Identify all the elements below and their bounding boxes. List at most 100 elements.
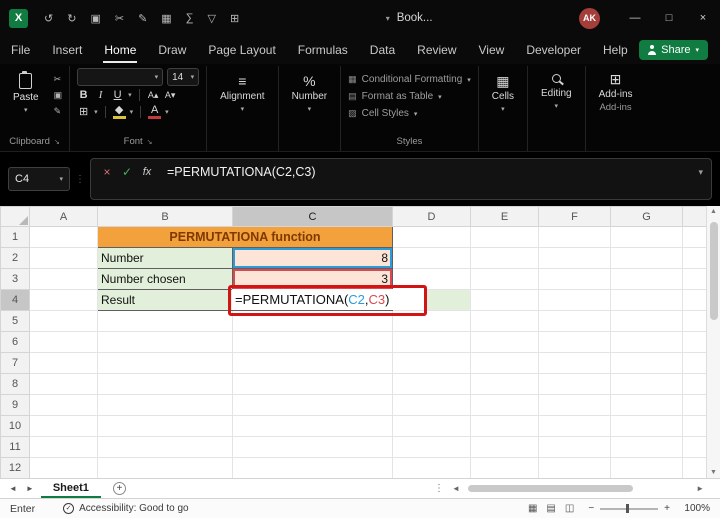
- cell[interactable]: [97, 436, 233, 458]
- add-sheet-button[interactable]: +: [112, 482, 126, 495]
- select-all-corner[interactable]: [0, 206, 30, 227]
- cell[interactable]: [470, 352, 539, 374]
- row-header-12[interactable]: 12: [0, 457, 30, 478]
- name-box-splitter[interactable]: ⋮: [75, 174, 85, 185]
- cell[interactable]: [392, 394, 471, 416]
- cell[interactable]: [97, 415, 233, 437]
- cells-button[interactable]: ▦ Cells ▾: [486, 68, 520, 113]
- cell[interactable]: [392, 352, 471, 374]
- dialog-launcher-icon[interactable]: ↘: [54, 138, 60, 146]
- cell[interactable]: [538, 436, 611, 458]
- cell[interactable]: [610, 268, 683, 290]
- cell[interactable]: [610, 247, 683, 269]
- redo-icon[interactable]: ↻: [67, 12, 76, 25]
- cell[interactable]: [470, 457, 539, 478]
- cell[interactable]: [392, 247, 471, 269]
- col-header-c[interactable]: C: [232, 206, 393, 227]
- cell[interactable]: [538, 352, 611, 374]
- cell[interactable]: [470, 436, 539, 458]
- cell[interactable]: [29, 310, 98, 332]
- cell-title[interactable]: PERMUTATIONA function: [97, 226, 393, 248]
- italic-button[interactable]: I: [94, 89, 107, 101]
- col-header-e[interactable]: E: [470, 206, 539, 227]
- scroll-right-icon[interactable]: ►: [696, 484, 704, 493]
- cell[interactable]: [682, 268, 707, 290]
- zoom-out-button[interactable]: −: [588, 503, 594, 514]
- cell[interactable]: [392, 310, 471, 332]
- row-header-8[interactable]: 8: [0, 373, 30, 395]
- cell[interactable]: [232, 373, 393, 395]
- cut-icon[interactable]: ✂: [54, 74, 63, 85]
- tab-page-layout[interactable]: Page Layout: [197, 36, 286, 64]
- cell[interactable]: [232, 310, 393, 332]
- cell-c3[interactable]: 3: [232, 268, 393, 290]
- cell[interactable]: [682, 226, 707, 248]
- cell[interactable]: [538, 268, 611, 290]
- next-sheet-icon[interactable]: ►: [26, 484, 34, 493]
- cell[interactable]: [538, 310, 611, 332]
- tab-formulas[interactable]: Formulas: [287, 36, 359, 64]
- cell[interactable]: [470, 415, 539, 437]
- scroll-down-icon[interactable]: ▼: [707, 469, 720, 476]
- zoom-slider[interactable]: [600, 504, 659, 513]
- cell[interactable]: [97, 457, 233, 478]
- cell[interactable]: [29, 226, 98, 248]
- cell-b4[interactable]: Result: [97, 289, 233, 311]
- accessibility-status[interactable]: ✓ Accessibility: Good to go: [63, 503, 189, 514]
- cell[interactable]: [232, 415, 393, 437]
- clipboard-icon[interactable]: ▣: [90, 12, 100, 25]
- enter-icon[interactable]: ✓: [117, 165, 137, 179]
- insert-function-icon[interactable]: fx: [137, 166, 157, 178]
- cell[interactable]: [29, 394, 98, 416]
- sheet-tab-sheet1[interactable]: Sheet1: [40, 479, 101, 498]
- horizontal-scrollbar-track[interactable]: [460, 484, 696, 494]
- cell[interactable]: [392, 373, 471, 395]
- row-header-1[interactable]: 1: [0, 226, 30, 248]
- cell[interactable]: [610, 436, 683, 458]
- cancel-icon[interactable]: ×: [97, 165, 117, 179]
- format-as-table-button[interactable]: ▤ Format as Table ▾: [348, 88, 442, 105]
- cell[interactable]: [538, 373, 611, 395]
- undo-icon[interactable]: ↺: [44, 12, 53, 25]
- minimize-button[interactable]: —: [618, 0, 652, 36]
- cell[interactable]: [610, 373, 683, 395]
- zoom-level[interactable]: 100%: [680, 503, 710, 514]
- copy-icon[interactable]: ▣: [54, 90, 63, 101]
- fill-color-button[interactable]: ◆: [112, 104, 126, 120]
- decrease-font-button[interactable]: A▾: [164, 90, 177, 101]
- cell[interactable]: [610, 415, 683, 437]
- col-header-g[interactable]: G: [610, 206, 683, 227]
- table-icon[interactable]: ▦: [161, 12, 171, 25]
- cell-b3[interactable]: Number chosen: [97, 268, 233, 290]
- cell[interactable]: [610, 394, 683, 416]
- cell[interactable]: [682, 352, 707, 374]
- document-title[interactable]: ▾ Book...: [386, 12, 433, 24]
- row-header-2[interactable]: 2: [0, 247, 30, 269]
- cell[interactable]: [538, 247, 611, 269]
- name-box[interactable]: C4 ▾: [8, 167, 70, 191]
- horizontal-scrollbar-thumb[interactable]: [467, 485, 633, 492]
- cell[interactable]: [610, 352, 683, 374]
- cell[interactable]: [682, 310, 707, 332]
- cell[interactable]: [682, 373, 707, 395]
- cell[interactable]: [232, 457, 393, 478]
- tab-review[interactable]: Review: [406, 36, 467, 64]
- font-size-select[interactable]: 14 ▾: [167, 68, 200, 86]
- vertical-scrollbar[interactable]: ▲ ▼: [706, 206, 720, 478]
- cell[interactable]: [682, 247, 707, 269]
- col-header-a[interactable]: A: [29, 206, 98, 227]
- scroll-up-icon[interactable]: ▲: [707, 208, 720, 215]
- maximize-button[interactable]: □: [652, 0, 686, 36]
- page-break-view-icon[interactable]: ◫: [565, 503, 574, 514]
- tab-insert[interactable]: Insert: [41, 36, 93, 64]
- scroll-left-icon[interactable]: ◄: [452, 484, 460, 493]
- prev-sheet-icon[interactable]: ◄: [9, 484, 17, 493]
- cell[interactable]: [232, 436, 393, 458]
- cell[interactable]: [392, 457, 471, 478]
- formula-input[interactable]: =PERMUTATIONA(C2,C3): [167, 165, 316, 179]
- close-button[interactable]: ×: [686, 0, 720, 36]
- filter-icon[interactable]: ▽: [208, 12, 216, 25]
- row-header-3[interactable]: 3: [0, 268, 30, 290]
- cell[interactable]: [232, 331, 393, 353]
- format-painter-icon[interactable]: ✎: [138, 12, 147, 25]
